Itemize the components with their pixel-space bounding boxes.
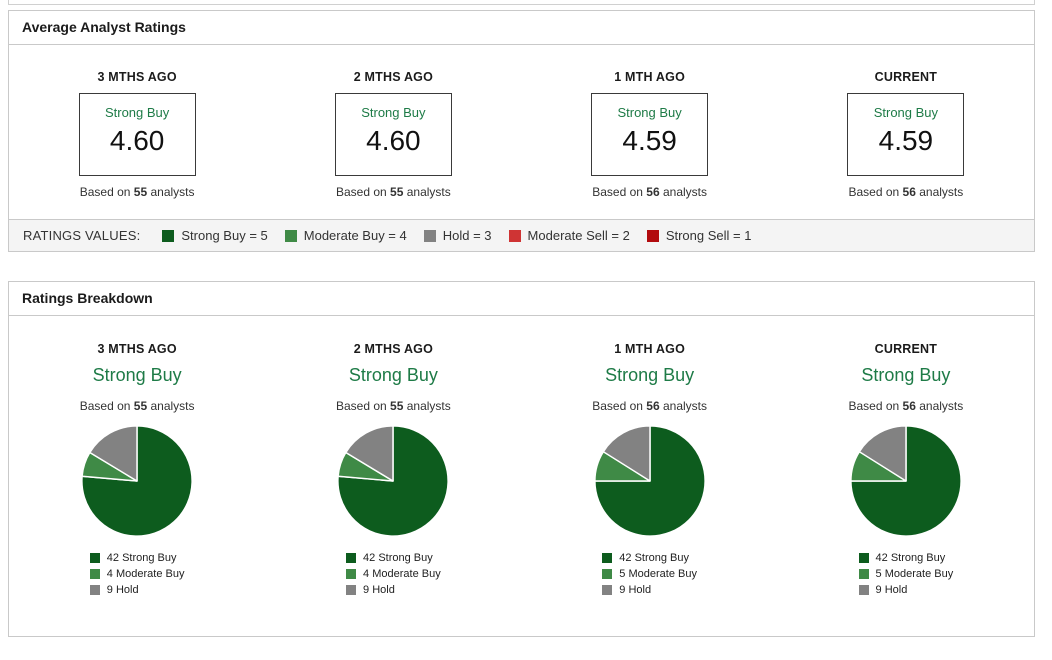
legend-item-strong-sell: Strong Sell = 1 — [646, 228, 751, 243]
analyst-count: 55 — [133, 185, 148, 199]
moderate-sell-swatch-icon — [508, 229, 521, 242]
based-on-analysts: Based on 55 analysts — [79, 399, 195, 413]
hold-swatch-icon — [858, 585, 869, 595]
legend-row-hold: 9 Hold — [858, 584, 954, 596]
period-label: 1 MTH AGO — [614, 70, 686, 84]
rating-box: Strong Buy 4.60 — [334, 93, 452, 176]
ratings-breakdown-panel: Ratings Breakdown 3 MTHS AGO Strong Buy … — [8, 281, 1035, 637]
period-label: CURRENT — [874, 70, 938, 84]
avg-column-3-mths-ago: 3 MTHS AGO Strong Buy 4.60 Based on 55 a… — [9, 70, 265, 199]
period-label: 3 MTHS AGO — [97, 70, 177, 84]
avg-column-current: CURRENT Strong Buy 4.59 Based on 56 anal… — [778, 70, 1034, 199]
avg-column-1-mth-ago: 1 MTH AGO Strong Buy 4.59 Based on 56 an… — [522, 70, 778, 199]
period-label: 3 MTHS AGO — [97, 342, 177, 356]
based-on-analysts: Based on 56 analysts — [592, 185, 708, 199]
strong-buy-swatch-icon — [89, 553, 100, 563]
based-on-analysts: Based on 55 analysts — [335, 185, 451, 199]
based-on-analysts: Based on 55 analysts — [335, 399, 451, 413]
analyst-count: 55 — [133, 399, 148, 413]
average-analyst-ratings-panel: Average Analyst Ratings 3 MTHS AGO Stron… — [8, 10, 1035, 252]
based-on-analysts: Based on 55 analysts — [79, 185, 195, 199]
breakdown-column-1-mth-ago: 1 MTH AGO Strong Buy Based on 56 analyst… — [522, 342, 778, 596]
rating-value: 4.59 — [878, 125, 934, 156]
legend-row-strong-buy: 42 Strong Buy — [346, 552, 441, 564]
breakdown-column-current: CURRENT Strong Buy Based on 56 analysts … — [778, 342, 1034, 596]
moderate-buy-swatch-icon — [284, 229, 297, 242]
legend-row-moderate-buy: 5 Moderate Buy — [858, 568, 953, 580]
legend-item-moderate-buy: Moderate Buy = 4 — [284, 228, 407, 243]
avg-column-2-mths-ago: 2 MTHS AGO Strong Buy 4.60 Based on 55 a… — [265, 70, 521, 199]
strong-buy-swatch-icon — [858, 553, 869, 563]
consensus-label: Strong Buy — [873, 105, 939, 120]
moderate-buy-swatch-icon — [602, 569, 613, 579]
pie-legend: 42 Strong Buy 5 Moderate Buy 9 Hold — [858, 552, 954, 596]
rating-box: Strong Buy 4.59 — [591, 93, 709, 176]
pie-legend: 42 Strong Buy 5 Moderate Buy 9 Hold — [602, 552, 697, 596]
analyst-count: 55 — [390, 185, 404, 199]
panel-title: Average Analyst Ratings — [9, 11, 1034, 45]
panel-title: Ratings Breakdown — [9, 282, 1034, 316]
hold-swatch-icon — [346, 585, 357, 595]
average-ratings-columns: 3 MTHS AGO Strong Buy 4.60 Based on 55 a… — [9, 45, 1034, 219]
legend-item-hold: Hold = 3 — [423, 228, 492, 243]
consensus-label: Strong Buy — [617, 105, 682, 120]
consensus-label: Strong Buy — [104, 105, 170, 120]
analyst-count: 56 — [646, 185, 660, 199]
period-label: 2 MTHS AGO — [353, 342, 434, 356]
period-label: 1 MTH AGO — [614, 342, 686, 356]
analyst-count: 56 — [646, 399, 660, 413]
legend-row-hold: 9 Hold — [346, 584, 441, 596]
analyst-count: 56 — [902, 399, 916, 413]
legend-item-moderate-sell: Moderate Sell = 2 — [508, 228, 630, 243]
ratings-pie-chart — [81, 425, 193, 537]
legend-item-strong-buy: Strong Buy = 5 — [162, 228, 268, 243]
legend-row-strong-buy: 42 Strong Buy — [89, 552, 185, 564]
strong-buy-swatch-icon — [346, 553, 357, 563]
analyst-count: 56 — [902, 185, 916, 199]
strong-buy-swatch-icon — [162, 229, 175, 242]
legend-row-hold: 9 Hold — [89, 584, 185, 596]
based-on-analysts: Based on 56 analysts — [592, 399, 708, 413]
legend-row-strong-buy: 42 Strong Buy — [858, 552, 954, 564]
ratings-pie-chart — [337, 425, 450, 537]
previous-panel-edge — [8, 0, 1035, 5]
legend-row-hold: 9 Hold — [602, 584, 697, 596]
hold-swatch-icon — [423, 229, 436, 242]
based-on-analysts: Based on 56 analysts — [848, 399, 964, 413]
rating-box: Strong Buy 4.60 — [78, 93, 196, 176]
breakdown-column-3-mths-ago: 3 MTHS AGO Strong Buy Based on 55 analys… — [9, 342, 265, 596]
ratings-values-legend: RATINGS VALUES: Strong Buy = 5 Moderate … — [9, 219, 1034, 251]
moderate-buy-swatch-icon — [858, 569, 869, 579]
legend-row-strong-buy: 42 Strong Buy — [602, 552, 697, 564]
consensus-label: Strong Buy — [605, 365, 695, 385]
consensus-label: Strong Buy — [92, 365, 182, 385]
hold-swatch-icon — [602, 585, 613, 595]
moderate-buy-swatch-icon — [89, 569, 100, 579]
moderate-buy-swatch-icon — [346, 569, 357, 579]
ratings-pie-chart — [850, 425, 962, 537]
analyst-count: 55 — [390, 399, 404, 413]
consensus-label: Strong Buy — [361, 105, 426, 120]
consensus-label: Strong Buy — [861, 365, 951, 385]
legend-row-moderate-buy: 5 Moderate Buy — [602, 568, 697, 580]
rating-box: Strong Buy 4.59 — [847, 93, 965, 176]
breakdown-column-2-mths-ago: 2 MTHS AGO Strong Buy Based on 55 analys… — [265, 342, 521, 596]
legend-row-moderate-buy: 4 Moderate Buy — [346, 568, 441, 580]
period-label: CURRENT — [874, 342, 938, 356]
pie-legend: 42 Strong Buy 4 Moderate Buy 9 Hold — [346, 552, 441, 596]
hold-swatch-icon — [89, 585, 100, 595]
period-label: 2 MTHS AGO — [353, 70, 434, 84]
rating-value: 4.59 — [622, 125, 677, 156]
ratings-pie-chart — [593, 425, 706, 537]
consensus-label: Strong Buy — [348, 365, 438, 385]
based-on-analysts: Based on 56 analysts — [848, 185, 964, 199]
rating-value: 4.60 — [366, 125, 421, 156]
ratings-values-label: RATINGS VALUES: — [23, 228, 141, 243]
legend-row-moderate-buy: 4 Moderate Buy — [89, 568, 184, 580]
strong-sell-swatch-icon — [646, 229, 659, 242]
strong-buy-swatch-icon — [602, 553, 613, 563]
ratings-breakdown-columns: 3 MTHS AGO Strong Buy Based on 55 analys… — [9, 316, 1034, 636]
rating-value: 4.60 — [109, 125, 165, 156]
pie-legend: 42 Strong Buy 4 Moderate Buy 9 Hold — [89, 552, 185, 596]
